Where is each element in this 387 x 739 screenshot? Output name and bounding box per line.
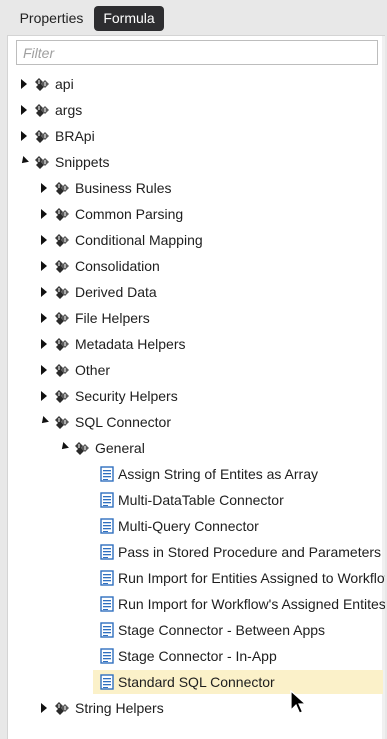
tree-node-label: Conditional Mapping (75, 232, 203, 248)
document-icon (100, 544, 114, 560)
tree-node-label: BRApi (55, 128, 95, 144)
tree-node-label: SQL Connector (75, 414, 171, 430)
tree-node-file-helpers[interactable]: File Helpers (37, 305, 150, 331)
tree-node-consolidation[interactable]: Consolidation (37, 253, 160, 279)
mouse-pointer-icon (290, 690, 308, 714)
namespace-icon (33, 154, 51, 170)
snippet-item[interactable]: Stage Connector - In-App (98, 643, 277, 669)
tree-node-general[interactable]: General (57, 435, 145, 461)
tree-node-label: File Helpers (75, 310, 150, 326)
tree-node-label: Derived Data (75, 284, 157, 300)
tree-node-label: General (95, 440, 145, 456)
namespace-icon (33, 76, 51, 92)
tree-node-brapi[interactable]: BRApi (17, 123, 95, 149)
snippet-label: Standard SQL Connector (118, 674, 275, 690)
tree-node-label: String Helpers (75, 700, 164, 716)
expand-arrow-icon[interactable] (17, 123, 31, 152)
tree-node-label: Snippets (55, 154, 110, 170)
document-icon (100, 596, 114, 612)
tree-node-string-helpers[interactable]: String Helpers (37, 695, 164, 721)
tree-node-security-helpers[interactable]: Security Helpers (37, 383, 178, 409)
document-icon (100, 622, 114, 638)
namespace-icon (53, 336, 71, 352)
expand-arrow-icon[interactable] (37, 383, 51, 412)
expand-arrow-icon[interactable] (37, 695, 51, 724)
tree-node-snippets[interactable]: Snippets (17, 149, 109, 175)
tree-node-label: Business Rules (75, 180, 172, 196)
namespace-icon (53, 180, 71, 196)
collapse-arrow-icon[interactable] (37, 409, 51, 435)
snippet-item-selected[interactable]: Standard SQL Connector (93, 669, 383, 695)
formula-panel: api args BRApi Snippets Business Rules C… (7, 35, 385, 739)
tree-node-label: Security Helpers (75, 388, 178, 404)
namespace-icon (53, 310, 71, 326)
tree-node-business-rules[interactable]: Business Rules (37, 175, 172, 201)
expand-arrow-icon[interactable] (37, 357, 51, 386)
tab-bar: Properties Formula (0, 0, 387, 34)
snippet-label: Assign String of Entites as Array (118, 466, 318, 482)
namespace-icon (53, 232, 71, 248)
document-icon (100, 570, 114, 586)
document-icon (100, 466, 114, 482)
snippet-item[interactable]: Multi-DataTable Connector (98, 487, 284, 513)
namespace-icon (53, 700, 71, 716)
namespace-icon (53, 206, 71, 222)
expand-arrow-icon[interactable] (37, 305, 51, 334)
tree-node-label: api (55, 76, 74, 92)
tree-node-sql-connector[interactable]: SQL Connector (37, 409, 171, 435)
tree-node-label: Other (75, 362, 111, 378)
snippet-label: Stage Connector - In-App (118, 648, 277, 664)
expand-arrow-icon[interactable] (37, 175, 51, 204)
namespace-icon (53, 362, 71, 378)
tree-node-conditional-mapping[interactable]: Conditional Mapping (37, 227, 203, 253)
namespace-icon (53, 414, 71, 430)
snippet-item[interactable]: Pass in Stored Procedure and Parameters (98, 539, 381, 565)
snippet-item[interactable]: Run Import for Workflow's Assigned Entit… (98, 591, 385, 617)
document-icon (100, 674, 114, 690)
snippet-label: Stage Connector - Between Apps (118, 622, 326, 638)
namespace-icon (53, 284, 71, 300)
tree-node-api[interactable]: api (17, 71, 74, 97)
namespace-icon (53, 258, 71, 274)
document-icon (100, 648, 114, 664)
formula-tree: api args BRApi Snippets Business Rules C… (8, 36, 385, 739)
tree-node-label: Common Parsing (75, 206, 184, 222)
expand-arrow-icon[interactable] (37, 227, 51, 256)
namespace-icon (53, 388, 71, 404)
expand-arrow-icon[interactable] (37, 331, 51, 360)
tree-node-metadata-helpers[interactable]: Metadata Helpers (37, 331, 186, 357)
tab-properties[interactable]: Properties (12, 6, 91, 31)
snippet-label: Run Import for Entities Assigned to Work… (118, 570, 385, 586)
expand-arrow-icon[interactable] (37, 201, 51, 230)
snippet-item[interactable]: Run Import for Entities Assigned to Work… (98, 565, 385, 591)
snippet-item[interactable]: Assign String of Entites as Array (98, 461, 318, 487)
snippet-item[interactable]: Stage Connector - Between Apps (98, 617, 325, 643)
namespace-icon (73, 440, 91, 456)
tree-node-label: args (55, 102, 83, 118)
expand-arrow-icon[interactable] (17, 97, 31, 126)
expand-arrow-icon[interactable] (17, 71, 31, 100)
tree-node-label: Metadata Helpers (75, 336, 186, 352)
snippet-label: Multi-Query Connector (118, 518, 259, 534)
namespace-icon (33, 102, 51, 118)
document-icon (100, 518, 114, 534)
tab-formula[interactable]: Formula (94, 6, 164, 31)
tree-node-other[interactable]: Other (37, 357, 110, 383)
snippet-item[interactable]: Multi-Query Connector (98, 513, 259, 539)
collapse-arrow-icon[interactable] (17, 149, 31, 175)
snippet-label: Pass in Stored Procedure and Parameters (118, 544, 382, 560)
expand-arrow-icon[interactable] (37, 279, 51, 308)
collapse-arrow-icon[interactable] (57, 435, 71, 461)
tree-node-common-parsing[interactable]: Common Parsing (37, 201, 183, 227)
tree-node-derived-data[interactable]: Derived Data (37, 279, 157, 305)
document-icon (100, 492, 114, 508)
expand-arrow-icon[interactable] (37, 253, 51, 282)
snippet-label: Run Import for Workflow's Assigned Entit… (118, 596, 385, 612)
tree-node-label: Consolidation (75, 258, 160, 274)
tree-node-args[interactable]: args (17, 97, 82, 123)
snippet-label: Multi-DataTable Connector (118, 492, 284, 508)
namespace-icon (33, 128, 51, 144)
